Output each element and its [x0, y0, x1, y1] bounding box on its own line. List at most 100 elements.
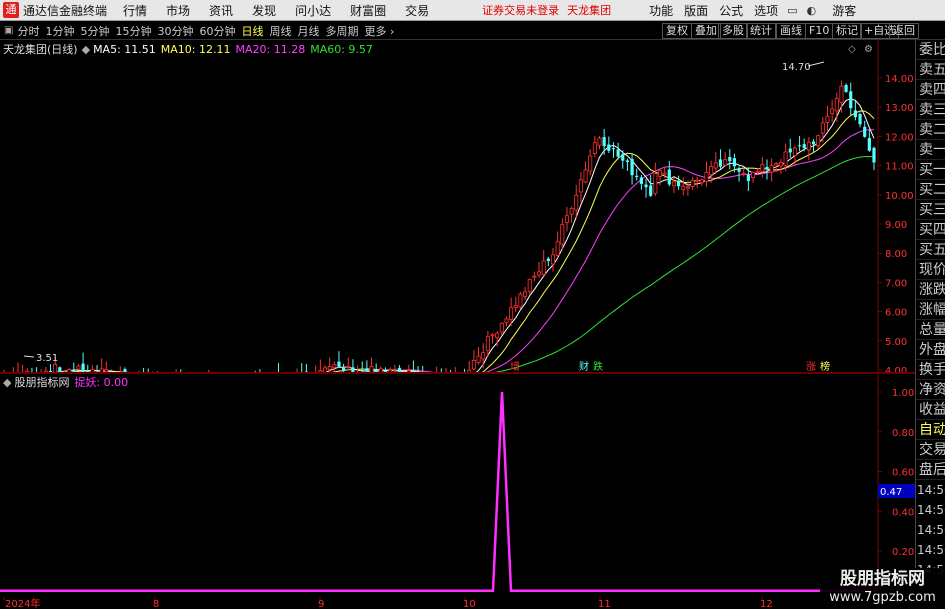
candle-down: [639, 177, 643, 184]
btn-restore-rights[interactable]: 复权: [662, 23, 692, 39]
candle-up: [481, 352, 486, 360]
indicator-tick-label: 0.40: [892, 507, 914, 518]
date-tick-label: 11: [598, 599, 611, 609]
sidebar-item-change-pct[interactable]: 涨幅: [916, 300, 945, 320]
sidebar-item-turnover[interactable]: 换手: [916, 360, 945, 380]
candle-down: [728, 156, 732, 162]
candle-up: [751, 171, 756, 179]
login-notice[interactable]: 证券交易未登录: [482, 2, 559, 18]
candle-down: [667, 169, 671, 185]
legend-toggle-icon[interactable]: ◆: [82, 43, 90, 56]
ma5-value: MA5: 11.51: [93, 42, 156, 56]
sidebar-item-auto[interactable]: 自动: [916, 420, 945, 440]
indicator-chart[interactable]: 1.00 0.80 0.60 0.40 0.20 0.47: [0, 374, 915, 597]
candle-down: [625, 160, 630, 163]
menu-news[interactable]: 资讯: [209, 2, 233, 19]
sidebar-item-sell2[interactable]: 卖二: [916, 120, 945, 140]
sidebar-item-buy3[interactable]: 买三: [916, 200, 945, 220]
candle-down: [360, 370, 364, 372]
app-logo-icon: 通: [3, 2, 19, 18]
gear-icon: ⚙: [864, 44, 873, 55]
sidebar-item-weibi[interactable]: 委比: [916, 40, 945, 60]
btn-mark[interactable]: 标记: [832, 23, 862, 39]
period-more[interactable]: 更多 ›: [361, 23, 397, 39]
period-60min[interactable]: 60分钟: [196, 23, 238, 39]
sidebar-item-sell5[interactable]: 卖五: [916, 60, 945, 80]
candle-down: [546, 258, 550, 262]
sidebar-item-sell4[interactable]: 卖四: [916, 80, 945, 100]
sidebar-item-outer[interactable]: 外盘: [916, 340, 945, 360]
menu-market[interactable]: 市场: [166, 2, 190, 19]
candle-down: [649, 185, 653, 196]
price-tick-label: 7.00: [885, 278, 907, 289]
sidebar-item-volume[interactable]: 总量: [916, 320, 945, 340]
price-tick-label: 6.00: [885, 308, 907, 319]
sidebar-item-price[interactable]: 现价: [916, 260, 945, 280]
btn-overlay[interactable]: 叠加: [691, 23, 721, 39]
candle-down: [811, 141, 816, 145]
menu-trade[interactable]: 交易: [405, 2, 429, 19]
date-tick-label: 12: [760, 599, 773, 609]
btn-f10[interactable]: F10: [805, 23, 834, 39]
period-1min[interactable]: 1分钟: [42, 23, 77, 39]
toolbar-toggle-icon[interactable]: ▣: [4, 25, 13, 36]
menu-layout[interactable]: 版面: [684, 2, 708, 19]
period-15min[interactable]: 15分钟: [112, 23, 154, 39]
candle-up: [778, 161, 783, 167]
menu-quotes[interactable]: 行情: [123, 2, 147, 19]
kline-chart[interactable]: 14.00 13.00 12.00 11.00 10.00 9.00 8.00 7.00 6.0…: [0, 40, 915, 372]
sidebar-item-buy5[interactable]: 买五: [916, 240, 945, 260]
candle-up: [346, 365, 351, 368]
sidebar-item-buy2[interactable]: 买二: [916, 180, 945, 200]
period-multi[interactable]: 多周期: [322, 23, 361, 39]
sidebar-item-net-assets[interactable]: 净资: [916, 380, 945, 400]
screen-icon[interactable]: ▭: [787, 4, 797, 17]
period-monthly[interactable]: 月线: [294, 23, 322, 39]
period-daily[interactable]: 日线: [238, 23, 266, 39]
sidebar-item-sell1[interactable]: 卖一: [916, 140, 945, 160]
sidebar-item-trade[interactable]: 交易: [916, 440, 945, 460]
candle-up: [783, 151, 788, 166]
period-timeshare[interactable]: 分时: [14, 23, 42, 39]
ma60: [106, 155, 875, 372]
candle-up: [774, 162, 779, 166]
ma20-value: MA20: 11.28: [235, 42, 306, 56]
candle-down: [853, 110, 857, 118]
sidebar-item-buy4[interactable]: 买四: [916, 220, 945, 240]
menu-function[interactable]: 功能: [649, 2, 673, 19]
indicator-tick-label: 0.60: [892, 468, 914, 479]
sidebar-item-afterhours[interactable]: 盘后: [916, 460, 945, 480]
period-weekly[interactable]: 周线: [266, 23, 294, 39]
period-5min[interactable]: 5分钟: [77, 23, 112, 39]
candle-down: [737, 168, 741, 172]
sidebar-item-sell3[interactable]: 卖三: [916, 100, 945, 120]
sidebar-item-buy1[interactable]: 买一: [916, 160, 945, 180]
guest-user[interactable]: 游客: [832, 2, 856, 19]
period-30min[interactable]: 30分钟: [154, 23, 196, 39]
price-tick-label: 11.00: [885, 162, 914, 173]
menu-ask[interactable]: 问小达: [295, 2, 331, 19]
candle-up: [662, 172, 667, 175]
indicator-toggle-icon[interactable]: ◆: [3, 376, 11, 389]
sidebar-item-change[interactable]: 涨跌: [916, 280, 945, 300]
sidebar-timestamp: 14:56: [917, 543, 945, 557]
event-mark-finance: 财: [579, 360, 589, 372]
btn-draw-line[interactable]: 画线: [776, 23, 806, 39]
price-tick-label: 10.00: [885, 191, 914, 202]
candle-up: [820, 122, 825, 134]
menu-discover[interactable]: 发现: [252, 2, 276, 19]
ma60-line: [106, 155, 875, 372]
theme-icon[interactable]: ◐: [807, 4, 817, 17]
menu-options[interactable]: 选项: [754, 2, 778, 19]
candle-down: [849, 91, 853, 109]
btn-back[interactable]: 返回: [889, 23, 919, 39]
quote-sidebar: 委比 卖五 卖四 卖三 卖二 卖一 买一 买二 买三 买四 买五 现价 涨跌 涨…: [915, 40, 945, 580]
sidebar-item-earnings[interactable]: 收益: [916, 400, 945, 420]
menu-formula[interactable]: 公式: [719, 2, 743, 19]
menu-wealth[interactable]: 财富圈: [350, 2, 386, 19]
candle-up: [816, 135, 821, 146]
candle-down: [867, 138, 871, 151]
btn-multi-stock[interactable]: 多股: [718, 23, 748, 39]
btn-statistics[interactable]: 统计: [746, 23, 776, 39]
indicator-name[interactable]: 股朋指标网: [14, 374, 69, 390]
